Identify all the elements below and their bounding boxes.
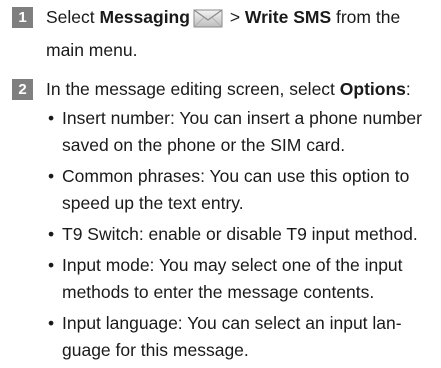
messaging-label: Messaging [99,7,190,27]
list-item: • Input language: You can select an input… [46,310,438,364]
step-2-text: In the message editing screen, select Op… [46,75,438,103]
list-item-text: Insert number: You can insert a phone nu… [62,108,422,155]
bullet-icon: • [48,255,55,275]
bullet-icon: • [48,313,55,333]
step-2: 2 In the message editing screen, select … [12,75,438,368]
list-item: • Insert number: You can insert a phone n… [46,105,438,159]
list-item: • Input mode: You may select one of the i… [46,252,438,306]
bullet-icon: • [48,166,55,186]
list-item-text: Input mode: You may select one of the in… [62,255,403,302]
bullet-icon: • [48,108,55,128]
step-1-pre: Select [46,7,100,27]
step-1-text: Select Messaging > Write SMS from the ma… [46,3,438,64]
bullet-icon: • [48,224,55,244]
options-label: Options [339,79,406,99]
step-number-badge: 1 [12,7,33,28]
write-sms-label: Write SMS [244,7,332,27]
step-2-pre: In the message editing screen, select [46,79,340,99]
list-item-text: Input language: You can select an input … [62,313,402,360]
step-number-badge: 2 [12,79,33,100]
list-item: • Common phrases: You can use this option… [46,163,438,217]
step-1-mid: > [224,7,245,27]
options-list: • Insert number: You can insert a phone n… [46,105,438,364]
step-2-post: : [405,79,411,99]
list-item: • T9 Switch: enable or disable T9 input m… [46,221,438,248]
list-item-text: T9 Switch: enable or disable T9 input me… [62,224,418,244]
envelope-icon [193,8,223,36]
list-item-text: Common phrases: You can use this option … [62,166,410,213]
step-1: 1 Select Messaging > Write SMS from the … [12,3,438,64]
